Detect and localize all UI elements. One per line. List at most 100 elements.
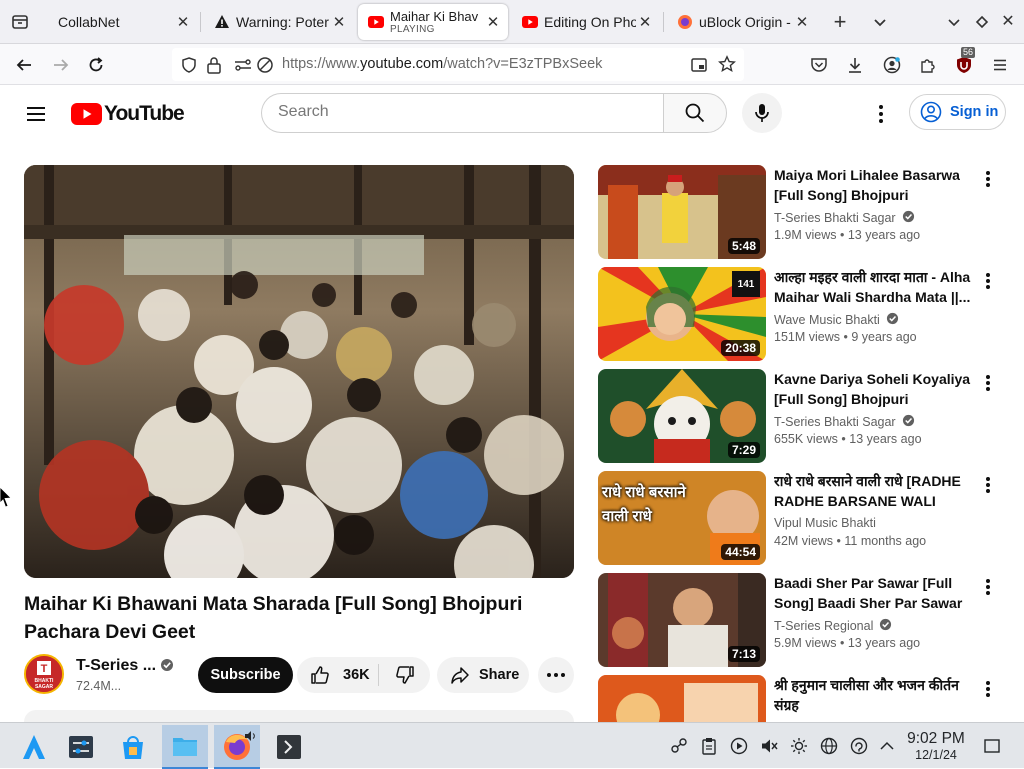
like-button[interactable]: 36K xyxy=(297,657,378,693)
channel-avatar[interactable]: T BHAKTI SAGAR xyxy=(24,654,64,694)
ublock-origin-icon[interactable]: 56 xyxy=(951,47,977,78)
recommendation-title[interactable]: Baadi Sher Par Sawar [Full Song] Baadi S… xyxy=(774,573,974,613)
close-tab-icon[interactable]: ✕ xyxy=(484,13,502,31)
video-thumbnail[interactable]: राधे राधे बरसाने वाली राधे 44:54 xyxy=(598,471,766,565)
tab-ublock[interactable]: uBlock Origin - ✕ xyxy=(667,4,817,40)
tab-editing[interactable]: Editing On Pho ✕ xyxy=(512,4,660,40)
reload-icon[interactable] xyxy=(83,52,109,78)
show-desktop-icon[interactable] xyxy=(982,736,1002,756)
app-launcher-icon[interactable] xyxy=(11,725,57,769)
recommendation-item[interactable]: 7:13 Baadi Sher Par Sawar [Full Song] Ba… xyxy=(598,573,1008,669)
video-title: Maihar Ki Bhawani Mata Sharada [Full Son… xyxy=(24,593,523,643)
tab-title: Warning: Poter xyxy=(236,14,329,30)
more-actions-button[interactable] xyxy=(538,657,574,693)
back-arrow-icon[interactable] xyxy=(11,52,37,78)
recommendation-item[interactable]: 7:29 Kavne Dariya Soheli Koyaliya [Full … xyxy=(598,369,1008,465)
volume-muted-icon[interactable] xyxy=(759,736,779,756)
autoplay-blocked-icon[interactable] xyxy=(256,56,274,79)
recommendation-item[interactable]: राधे राधे बरसाने वाली राधे 44:54 राधे रा… xyxy=(598,471,1008,567)
account-icon[interactable] xyxy=(879,52,905,78)
forward-arrow-icon[interactable] xyxy=(48,52,74,78)
url-text[interactable]: https://www.youtube.com/watch?v=E3zTPBxS… xyxy=(282,56,602,72)
lock-icon[interactable] xyxy=(206,56,222,79)
kebab-menu-icon[interactable] xyxy=(978,677,998,701)
clipboard-icon[interactable] xyxy=(699,736,719,756)
share-button[interactable]: Share xyxy=(437,657,529,693)
channel-name[interactable]: T-Series ... xyxy=(76,657,156,675)
tracking-shield-icon[interactable] xyxy=(180,56,198,79)
video-thumbnail[interactable]: 7:13 xyxy=(598,573,766,667)
bookmark-star-icon[interactable] xyxy=(718,55,736,78)
recommendation-channel[interactable]: T-Series Regional xyxy=(774,618,892,634)
media-player-icon[interactable] xyxy=(729,736,749,756)
close-tab-icon[interactable]: ✕ xyxy=(793,13,811,31)
clock[interactable]: 9:02 PM 12/1/24 xyxy=(900,730,972,762)
hamburger-menu-icon[interactable] xyxy=(987,52,1013,78)
close-tab-icon[interactable]: ✕ xyxy=(330,13,348,31)
search-input[interactable]: Search xyxy=(261,93,664,133)
kebab-menu-icon[interactable] xyxy=(978,371,998,395)
firefox-app-icon[interactable] xyxy=(214,725,260,769)
tab-collabnet[interactable]: CollabNet ✕ xyxy=(42,4,198,40)
terminal-icon[interactable] xyxy=(266,725,312,769)
kebab-menu-icon[interactable] xyxy=(978,269,998,293)
voice-search-button[interactable] xyxy=(742,93,782,133)
minimize-window-icon[interactable] xyxy=(944,12,964,32)
recommendation-title[interactable]: श्री हनुमान चालीसा और भजन कीर्तन संग्रह xyxy=(774,675,974,715)
channel-label: T-Series Bhakti Sagar xyxy=(774,211,896,225)
tab-overview-icon[interactable] xyxy=(10,12,30,32)
connect-icon[interactable] xyxy=(669,736,689,756)
recommendation-title[interactable]: Kavne Dariya Soheli Koyaliya [Full Song]… xyxy=(774,369,974,409)
search-button[interactable] xyxy=(663,93,727,133)
tab-list-chevron-icon[interactable] xyxy=(870,12,890,32)
recommendation-title[interactable]: राधे राधे बरसाने वाली राधे [RADHE RADHE … xyxy=(774,471,974,511)
picture-in-picture-icon[interactable] xyxy=(690,56,708,79)
maximize-window-icon[interactable] xyxy=(972,12,992,32)
close-tab-icon[interactable]: ✕ xyxy=(174,13,192,31)
search-icon xyxy=(685,103,705,123)
kebab-menu-icon[interactable] xyxy=(978,167,998,191)
kebab-menu-icon[interactable] xyxy=(978,473,998,497)
close-window-icon[interactable]: ✕ xyxy=(998,12,1018,32)
file-manager-icon[interactable] xyxy=(162,725,208,769)
youtube-logo[interactable]: YouTube xyxy=(71,102,185,126)
recommendation-item[interactable]: 5:48 Maiya Mori Lihalee Basarwa [Full So… xyxy=(598,165,1008,261)
pocket-icon[interactable] xyxy=(806,52,832,78)
update-notifier-icon[interactable] xyxy=(849,736,869,756)
like-count: 36K xyxy=(343,667,370,683)
settings-kebab-icon[interactable] xyxy=(870,102,892,126)
recommendation-item[interactable]: श्री हनुमान चालीसा और भजन कीर्तन संग्रह xyxy=(598,675,1008,722)
video-player[interactable] xyxy=(24,165,574,578)
extensions-puzzle-icon[interactable] xyxy=(915,52,941,78)
subscribe-button[interactable]: Subscribe xyxy=(198,657,293,693)
recommendation-channel[interactable]: Wave Music Bhakti xyxy=(774,312,899,328)
recommendation-title[interactable]: Maiya Mori Lihalee Basarwa [Full Song] B… xyxy=(774,165,974,205)
kebab-menu-icon[interactable] xyxy=(978,575,998,599)
video-thumbnail[interactable]: 5:48 xyxy=(598,165,766,259)
sign-in-button[interactable]: Sign in xyxy=(909,94,1006,130)
video-thumbnail[interactable]: 141 20:38 xyxy=(598,267,766,361)
tray-expand-chevron-icon[interactable] xyxy=(877,736,897,756)
recommendation-title[interactable]: आल्हा मइहर वाली शारदा माता - Alha Maihar… xyxy=(774,267,974,307)
user-circle-icon xyxy=(920,101,942,123)
permissions-icon[interactable] xyxy=(234,57,252,78)
close-tab-icon[interactable]: ✕ xyxy=(636,13,654,31)
recommendation-item[interactable]: 141 20:38 आल्हा मइहर वाली शारदा माता - A… xyxy=(598,267,1008,363)
recommendation-channel[interactable]: Vipul Music Bhakti xyxy=(774,516,876,530)
video-thumbnail[interactable] xyxy=(598,675,766,722)
network-globe-icon[interactable] xyxy=(819,736,839,756)
url-bar[interactable]: https://www.youtube.com/watch?v=E3zTPBxS… xyxy=(172,48,744,81)
video-frame-temple-crowd xyxy=(24,165,574,578)
system-settings-icon[interactable] xyxy=(58,725,104,769)
new-tab-plus-icon[interactable]: + xyxy=(830,11,850,33)
tab-maihar-active[interactable]: Maihar Ki Bhav PLAYING ✕ xyxy=(358,4,508,40)
brightness-icon[interactable] xyxy=(789,736,809,756)
dislike-button[interactable] xyxy=(379,657,430,693)
recommendation-channel[interactable]: T-Series Bhakti Sagar xyxy=(774,210,915,226)
guide-menu-icon[interactable] xyxy=(24,102,48,126)
discover-store-icon[interactable] xyxy=(110,725,156,769)
downloads-icon[interactable] xyxy=(842,52,868,78)
recommendation-channel[interactable]: T-Series Bhakti Sagar xyxy=(774,414,915,430)
tab-warning[interactable]: Warning: Poter ✕ xyxy=(204,4,354,40)
video-thumbnail[interactable]: 7:29 xyxy=(598,369,766,463)
